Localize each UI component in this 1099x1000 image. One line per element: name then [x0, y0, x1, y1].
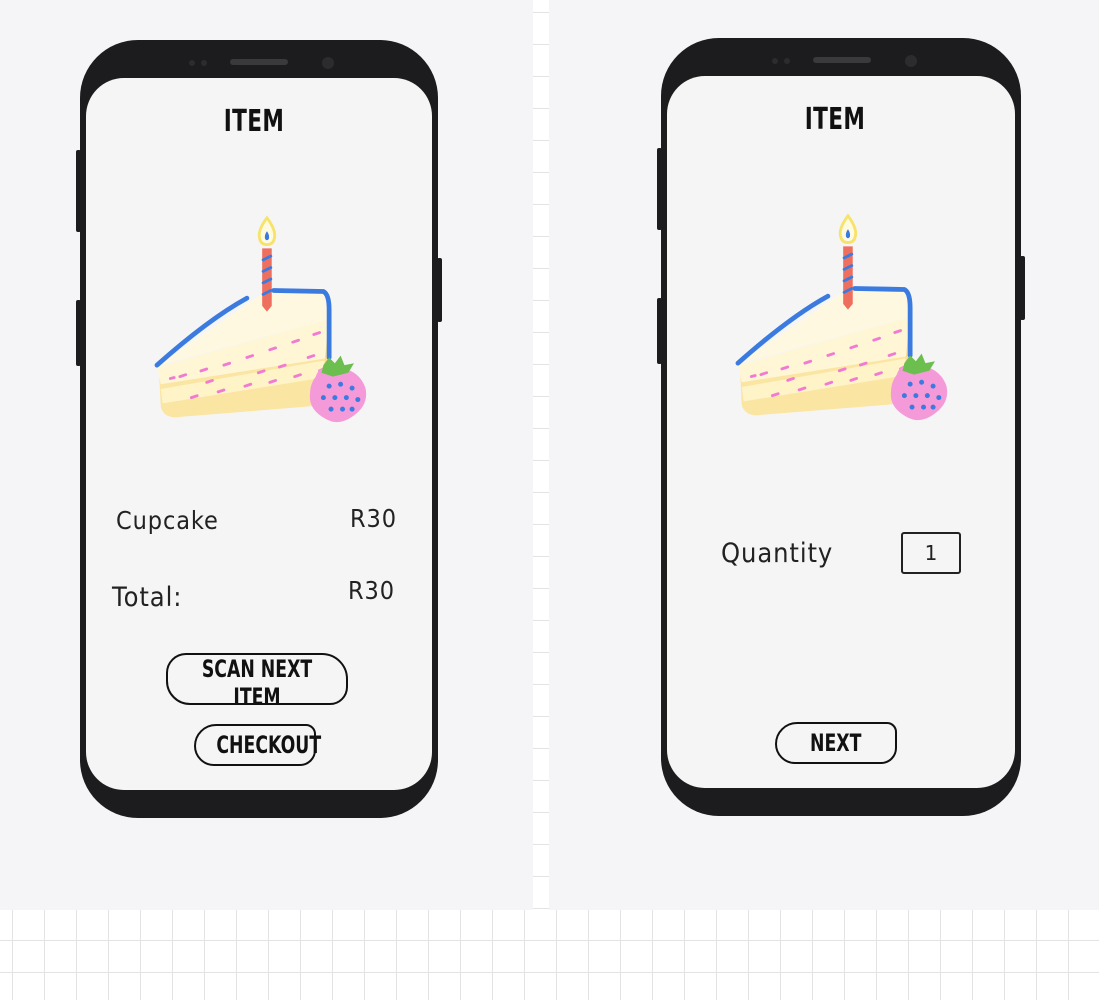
scan-next-item-label: SCAN NEXT ITEM [201, 655, 313, 711]
page-title: ITEM [804, 102, 866, 137]
cake-slice-image [146, 214, 386, 434]
phone-item-screen: ITEM Cupcake R30 Total: R30 SCAN NEXT IT… [76, 38, 442, 820]
scan-next-item-button[interactable]: SCAN NEXT ITEM [166, 653, 348, 711]
checkout-button[interactable]: CHECKOUT [194, 724, 321, 766]
cake-slice-image [727, 212, 967, 432]
next-label: NEXT [810, 729, 862, 757]
item-price: R30 [350, 504, 397, 533]
item-screen: ITEM Cupcake R30 Total: R30 SCAN NEXT IT… [76, 38, 442, 820]
page-title: ITEM [223, 104, 285, 139]
total-label: Total: [112, 582, 183, 613]
checkout-label: CHECKOUT [216, 731, 322, 759]
phone-quantity-screen: ITEM Quantity 1 NEXT [657, 36, 1025, 818]
quantity-screen: ITEM Quantity 1 NEXT [657, 36, 1025, 818]
next-button[interactable]: NEXT [775, 722, 897, 764]
total-value: R30 [348, 576, 395, 605]
quantity-label: Quantity [721, 538, 834, 569]
quantity-input[interactable]: 1 [901, 532, 961, 574]
item-name: Cupcake [116, 506, 219, 535]
